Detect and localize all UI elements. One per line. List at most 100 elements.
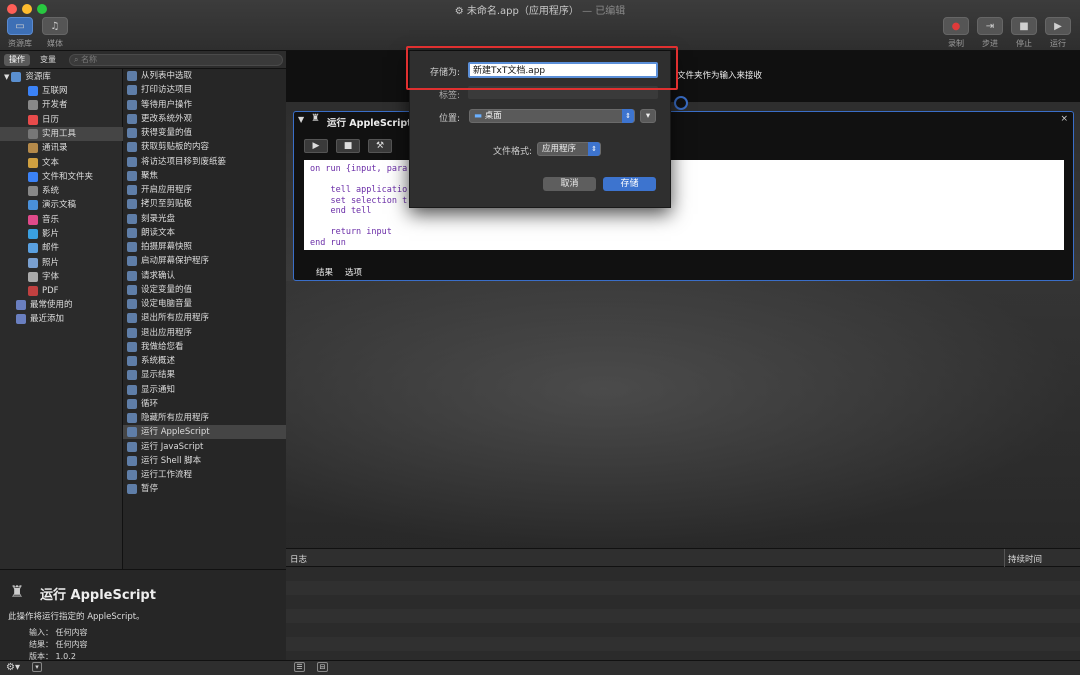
action-item[interactable]: 隐藏所有应用程序 xyxy=(123,411,286,425)
log-column-header[interactable]: 日志 xyxy=(290,553,307,565)
action-item[interactable]: 运行工作流程 xyxy=(123,468,286,482)
category-icon xyxy=(28,229,38,239)
action-icon xyxy=(127,356,137,366)
action-item[interactable]: 获得变量的值 xyxy=(123,126,286,140)
action-item[interactable]: 运行 AppleScript xyxy=(123,425,286,440)
step-button[interactable]: ⇥ xyxy=(977,17,1003,35)
action-item[interactable]: 开启应用程序 xyxy=(123,183,286,197)
library-item[interactable]: 演示文稿 xyxy=(0,198,123,212)
library-item[interactable]: 互联网 xyxy=(0,84,123,98)
run-label: 运行 xyxy=(1050,39,1066,48)
smart-group-item[interactable]: 最常使用的 xyxy=(16,298,73,312)
disclosure-triangle-icon[interactable]: ▼ xyxy=(298,115,304,124)
library-item-label: 文件和文件夹 xyxy=(42,171,94,182)
split-view-icon[interactable]: ⊟ xyxy=(317,662,328,672)
action-item[interactable]: 设定电脑音量 xyxy=(123,297,286,311)
action-item[interactable]: 暂停 xyxy=(123,482,286,496)
action-item[interactable]: 显示通知 xyxy=(123,383,286,397)
description-toggle-icon[interactable]: ▾ xyxy=(32,662,42,672)
action-item[interactable]: 启动屏幕保护程序 xyxy=(123,254,286,268)
cancel-button[interactable]: 取消 xyxy=(543,177,596,191)
action-item[interactable]: 拍摄屏幕快照 xyxy=(123,240,286,254)
action-item[interactable]: 系统概述 xyxy=(123,354,286,368)
action-item[interactable]: 从列表中选取 xyxy=(123,69,286,83)
search-input[interactable]: ⌕ 名称 xyxy=(69,54,283,66)
category-icon xyxy=(28,157,38,168)
connector-icon xyxy=(674,96,688,110)
library-item[interactable]: 文件和文件夹 xyxy=(0,170,123,184)
library-item-label: 实用工具 xyxy=(42,128,77,139)
close-icon[interactable]: × xyxy=(1060,114,1068,124)
tab-options[interactable]: 选项 xyxy=(345,266,362,278)
info-result-value: 任何内容 xyxy=(55,640,88,649)
record-button[interactable]: ● xyxy=(943,17,969,35)
action-item-label: 拷贝至剪贴板 xyxy=(141,199,193,210)
library-toggle-button[interactable]: ▭ xyxy=(7,17,33,35)
library-item[interactable]: 文本 xyxy=(0,156,123,170)
library-item-label: 开发者 xyxy=(42,100,68,111)
run-script-button[interactable]: ▶ xyxy=(304,139,328,153)
action-item[interactable]: 运行 JavaScript xyxy=(123,440,286,454)
tab-actions[interactable]: 操作 xyxy=(4,54,30,66)
library-item[interactable]: 开发者 xyxy=(0,98,123,112)
format-popup[interactable]: 应用程序 ⇕ xyxy=(537,142,601,156)
action-item[interactable]: 获取剪贴板的内容 xyxy=(123,140,286,154)
action-icon xyxy=(127,327,137,338)
list-view-icon[interactable]: ☰ xyxy=(294,662,305,672)
stop-button[interactable]: ■ xyxy=(1011,17,1037,35)
run-button[interactable]: ▶ xyxy=(1045,17,1071,35)
library-item[interactable]: 影片 xyxy=(0,227,123,241)
library-item[interactable]: 通讯录 xyxy=(0,141,123,155)
action-item[interactable]: 循环 xyxy=(123,397,286,411)
tab-results[interactable]: 结果 xyxy=(316,266,333,278)
action-item[interactable]: 刻录光盘 xyxy=(123,212,286,226)
action-item[interactable]: 显示结果 xyxy=(123,368,286,382)
compile-button[interactable]: ⚒ xyxy=(368,139,392,153)
action-item[interactable]: 更改系统外观 xyxy=(123,112,286,126)
expand-dialog-button[interactable]: ▾ xyxy=(640,109,656,123)
action-item[interactable]: 等待用户操作 xyxy=(123,98,286,112)
action-item[interactable]: 我做给您看 xyxy=(123,340,286,354)
disclosure-open-icon[interactable]: ▼ xyxy=(4,70,9,84)
action-item[interactable]: 运行 Shell 脚本 xyxy=(123,454,286,468)
action-item[interactable]: 退出所有应用程序 xyxy=(123,311,286,325)
library-item[interactable]: 字体 xyxy=(0,270,123,284)
action-item[interactable]: 朗读文本 xyxy=(123,226,286,240)
library-item[interactable]: PDF xyxy=(0,284,123,298)
window-title-text: 未命名.app（应用程序） xyxy=(466,6,579,17)
library-item[interactable]: 音乐 xyxy=(0,213,123,227)
library-item[interactable]: 实用工具 xyxy=(0,126,123,141)
action-icon xyxy=(127,341,137,352)
save-button[interactable]: 存储 xyxy=(603,177,656,191)
action-item[interactable]: 设定变量的值 xyxy=(123,283,286,297)
action-icon xyxy=(127,213,137,224)
info-input-value: 任何内容 xyxy=(55,628,88,637)
smart-group-item[interactable]: 最近添加 xyxy=(16,312,64,326)
action-item[interactable]: 请求确认 xyxy=(123,269,286,283)
info-result-label: 结果： xyxy=(29,640,53,649)
action-item[interactable]: 将访达项目移到废纸篓 xyxy=(123,155,286,169)
gear-icon[interactable]: ⚙▾ xyxy=(6,662,20,673)
action-item[interactable]: 聚焦 xyxy=(123,169,286,183)
action-item[interactable]: 打印访达项目 xyxy=(123,83,286,97)
duration-column-header[interactable]: 持续时间 xyxy=(1008,553,1042,565)
library-item-label: 系统 xyxy=(42,186,60,197)
stop-script-button[interactable]: ■ xyxy=(336,139,360,153)
library-item-label: 音乐 xyxy=(42,214,60,225)
library-root[interactable]: ▼ 资源库 xyxy=(4,70,51,84)
location-popup[interactable]: ▬ 桌面 ⇕ xyxy=(469,109,635,123)
library-item[interactable]: 日历 xyxy=(0,113,123,127)
library-item[interactable]: 照片 xyxy=(0,256,123,270)
library-item[interactable]: 邮件 xyxy=(0,241,123,255)
library-item[interactable]: 系统 xyxy=(0,184,123,198)
action-item-label: 设定电脑音量 xyxy=(141,299,193,309)
action-item[interactable]: 拷贝至剪贴板 xyxy=(123,197,286,211)
tab-variables[interactable]: 变量 xyxy=(35,54,61,66)
log-row xyxy=(286,637,1080,651)
receives-text: 文件夹作为输入来接收 xyxy=(677,71,763,81)
action-item-label: 获取剪贴板的内容 xyxy=(141,142,210,153)
robot-script-icon: ♜ xyxy=(10,582,25,601)
library-item-label: 演示文稿 xyxy=(42,200,77,211)
media-button[interactable]: ♫ xyxy=(42,17,68,35)
action-item[interactable]: 退出应用程序 xyxy=(123,326,286,340)
